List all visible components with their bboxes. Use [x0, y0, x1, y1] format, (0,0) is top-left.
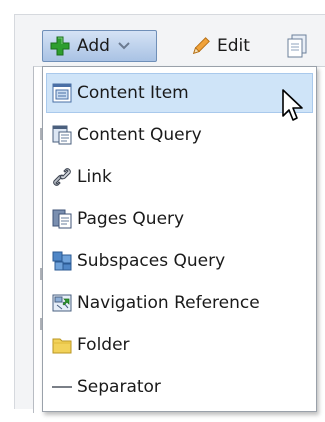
content-item-icon — [52, 83, 72, 103]
add-dropdown-menu: Content Item Content Query Link Pages Qu… — [42, 66, 317, 412]
pages-query-icon — [52, 209, 72, 229]
link-icon — [53, 168, 71, 186]
content-query-icon — [52, 125, 72, 145]
menu-item-subspaces-query[interactable]: Subspaces Query — [46, 241, 313, 281]
menu-item-label: Subspaces Query — [77, 251, 226, 271]
menu-item-label: Content Query — [77, 125, 202, 145]
menu-item-separator[interactable]: Separator — [46, 367, 313, 407]
add-button-label: Add — [77, 36, 110, 56]
toolbar: Add Edit — [42, 28, 325, 64]
subspaces-query-icon — [52, 251, 72, 271]
menu-item-label: Content Item — [77, 83, 189, 103]
menu-item-label: Link — [77, 167, 112, 187]
menu-item-label: Navigation Reference — [77, 293, 260, 313]
menu-item-label: Separator — [77, 377, 161, 397]
menu-item-link[interactable]: Link — [46, 157, 313, 197]
menu-item-content-item[interactable]: Content Item — [46, 73, 313, 113]
navigation-reference-icon — [52, 294, 72, 312]
edit-button-label: Edit — [217, 36, 250, 56]
copy-icon[interactable] — [286, 34, 308, 58]
folder-icon — [52, 338, 72, 354]
add-button[interactable]: Add — [42, 30, 157, 62]
menu-item-folder[interactable]: Folder — [46, 325, 313, 365]
chevron-down-icon — [118, 42, 130, 50]
menu-item-label: Pages Query — [77, 209, 185, 229]
separator-icon — [52, 386, 72, 388]
plus-icon — [50, 36, 70, 56]
mouse-pointer-icon — [282, 89, 303, 121]
edit-button[interactable]: Edit — [190, 30, 250, 62]
menu-item-pages-query[interactable]: Pages Query — [46, 199, 313, 239]
menu-item-navigation-reference[interactable]: Navigation Reference — [46, 283, 313, 323]
menu-item-label: Folder — [77, 335, 130, 355]
pencil-icon — [192, 37, 210, 55]
menu-item-content-query[interactable]: Content Query — [46, 115, 313, 155]
